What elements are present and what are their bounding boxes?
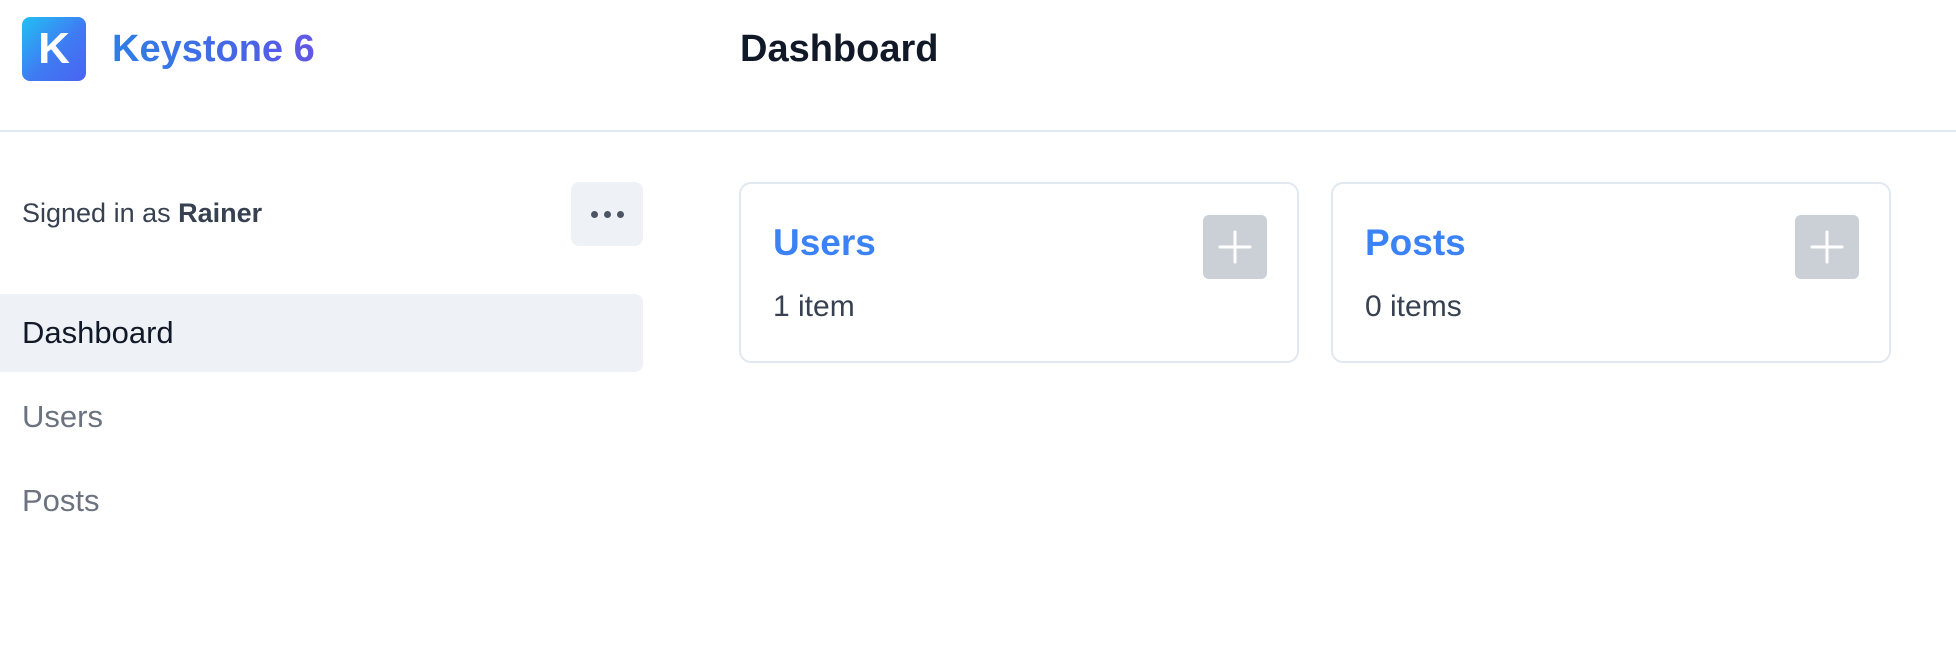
logo-letter: K (38, 24, 70, 73)
sidebar-item-dashboard[interactable]: Dashboard (0, 294, 643, 372)
keystone-logo-icon: K (22, 17, 86, 81)
card-title-users[interactable]: Users (773, 222, 876, 264)
add-user-button[interactable] (1203, 215, 1267, 279)
sidebar-item-users[interactable]: Users (0, 378, 643, 456)
more-horizontal-icon-dot (616, 210, 624, 218)
more-horizontal-icon (590, 210, 598, 218)
sidebar-nav: Dashboard Users Posts (0, 294, 643, 546)
card-title-posts[interactable]: Posts (1365, 222, 1466, 264)
brand[interactable]: K Keystone 6 (22, 17, 315, 81)
list-card-posts: Posts 0 items (1331, 182, 1891, 363)
page-title: Dashboard (740, 28, 939, 70)
plus-icon (1810, 230, 1844, 264)
add-post-button[interactable] (1795, 215, 1859, 279)
plus-icon (1218, 230, 1252, 264)
card-count-posts: 0 items (1365, 290, 1462, 323)
sidebar-item-posts[interactable]: Posts (0, 462, 643, 540)
more-horizontal-icon-dot (603, 210, 611, 218)
app-header: K Keystone 6 Dashboard (0, 0, 1956, 132)
more-options-button[interactable] (571, 182, 643, 246)
signed-in-prefix: Signed in as (22, 198, 171, 228)
list-card-users: Users 1 item (739, 182, 1299, 363)
card-count-users: 1 item (773, 290, 855, 323)
signed-in-user: Rainer (178, 198, 263, 228)
brand-name[interactable]: Keystone 6 (112, 28, 315, 71)
signed-in-text: Signed in as Rainer (22, 198, 262, 229)
